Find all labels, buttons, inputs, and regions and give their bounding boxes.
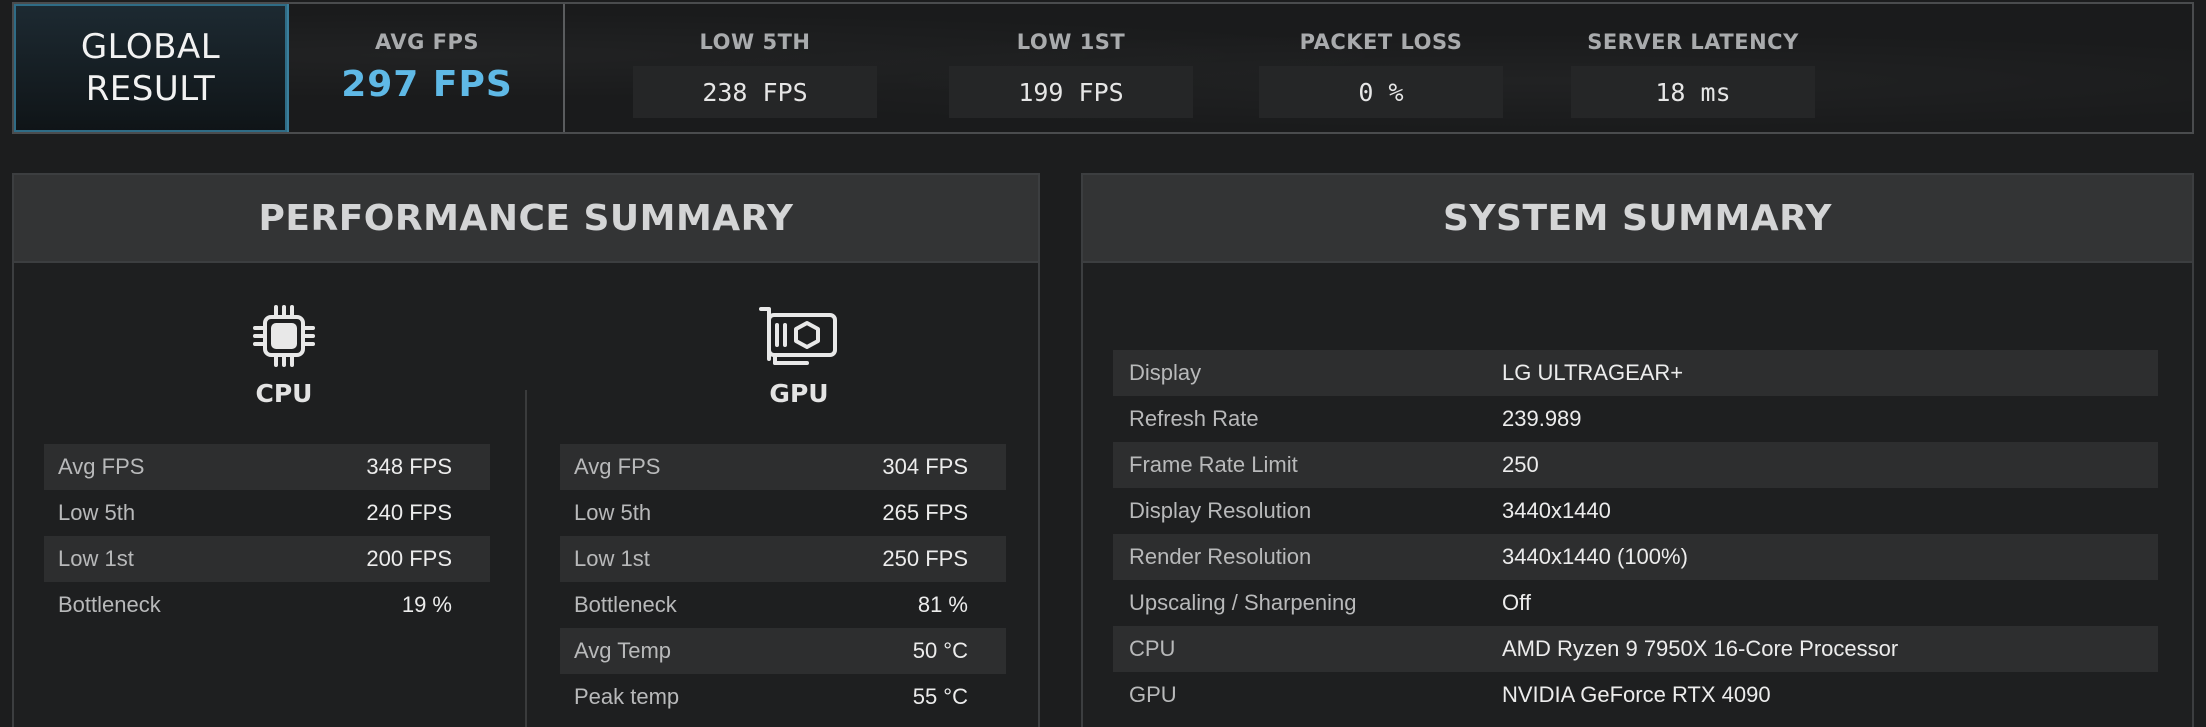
global-result-tab[interactable]: GLOBAL RESULT — [14, 4, 289, 132]
system-value: Off — [1502, 590, 1531, 615]
system-key: CPU — [1129, 636, 1176, 661]
system-value: LG ULTRAGEAR+ — [1502, 360, 1684, 385]
server-latency-label: SERVER LATENCY — [1587, 30, 1799, 54]
global-result-line1: GLOBAL — [80, 27, 221, 67]
system-summary-panel: SYSTEM SUMMARY Display LG ULTRAGEAR+ Ref… — [1081, 173, 2194, 727]
cpu-stats-list: Avg FPS 348 FPS Low 5th 240 FPS Low 1st … — [44, 444, 490, 628]
system-key: GPU — [1129, 682, 1177, 707]
system-row-render-resolution: Render Resolution 3440x1440 (100%) — [1113, 534, 2158, 580]
stat-label: Low 5th — [58, 500, 136, 525]
stat-label: Avg Temp — [574, 638, 672, 663]
stat-value: 55 °C — [912, 684, 968, 709]
global-result-line2: RESULT — [85, 69, 216, 109]
system-summary-title: SYSTEM SUMMARY — [1083, 175, 2192, 263]
low-1st-label: LOW 1ST — [1016, 30, 1126, 54]
cpu-stat-row: Bottleneck 19 % — [44, 582, 490, 628]
low-5th-block: LOW 5TH 238 FPS — [633, 4, 877, 132]
system-value: 250 — [1502, 452, 1539, 477]
system-key: Frame Rate Limit — [1129, 452, 1298, 477]
server-latency-value: 18 ms — [1571, 66, 1815, 118]
stat-value: 304 FPS — [882, 454, 968, 479]
cpu-stat-row: Avg FPS 348 FPS — [44, 444, 490, 490]
system-key: Display Resolution — [1129, 498, 1312, 523]
system-value: 239.989 — [1502, 406, 1582, 431]
gpu-stat-row: Bottleneck 81 % — [560, 582, 1006, 628]
stat-label: Low 5th — [574, 500, 652, 525]
stat-value: 19 % — [401, 592, 452, 617]
gpu-stat-row: Avg Temp 50 °C — [560, 628, 1006, 674]
stat-value: 348 FPS — [366, 454, 452, 479]
packet-loss-label: PACKET LOSS — [1299, 30, 1463, 54]
avg-fps-label: AVG FPS — [375, 30, 479, 54]
stat-label: Bottleneck — [58, 592, 161, 617]
stat-label: Avg FPS — [58, 454, 145, 479]
cpu-chip-icon — [253, 305, 315, 367]
avg-fps-value: 297 FPS — [341, 64, 513, 105]
graphics-card-icon — [759, 307, 837, 365]
cpu-title: CPU — [255, 379, 313, 408]
system-row-gpu: GPU NVIDIA GeForce RTX 4090 — [1113, 672, 2158, 718]
performance-summary-panel: PERFORMANCE SUMMARY CPU Avg FPS 348 FPS … — [12, 173, 1040, 727]
low-5th-value: 238 FPS — [633, 66, 877, 118]
packet-loss-block: PACKET LOSS 0 % — [1259, 4, 1503, 132]
stat-label: Avg FPS — [574, 454, 661, 479]
stat-value: 250 FPS — [882, 546, 968, 571]
system-value: NVIDIA GeForce RTX 4090 — [1502, 682, 1771, 707]
gpu-stats-list: Avg FPS 304 FPS Low 5th 265 FPS Low 1st … — [560, 444, 1006, 720]
gpu-stat-row: Low 1st 250 FPS — [560, 536, 1006, 582]
packet-loss-value: 0 % — [1259, 66, 1503, 118]
system-key: Upscaling / Sharpening — [1129, 590, 1357, 615]
stat-label: Peak temp — [574, 684, 680, 709]
stat-value: 50 °C — [912, 638, 968, 663]
gpu-stat-row: Low 5th 265 FPS — [560, 490, 1006, 536]
low-5th-label: LOW 5TH — [699, 30, 811, 54]
server-latency-block: SERVER LATENCY 18 ms — [1571, 4, 1815, 132]
low-1st-block: LOW 1ST 199 FPS — [949, 4, 1193, 132]
system-row-display: Display LG ULTRAGEAR+ — [1113, 350, 2158, 396]
results-topbar: GLOBAL RESULT AVG FPS 297 FPS LOW 5TH 23… — [12, 2, 2194, 134]
low-1st-value: 199 FPS — [949, 66, 1193, 118]
system-row-frame-rate-limit: Frame Rate Limit 250 — [1113, 442, 2158, 488]
system-value: 3440x1440 — [1502, 498, 1611, 523]
gpu-stat-row: Peak temp 55 °C — [560, 674, 1006, 720]
stat-value: 265 FPS — [882, 500, 968, 525]
system-info-list: Display LG ULTRAGEAR+ Refresh Rate 239.9… — [1113, 350, 2158, 718]
gpu-title: GPU — [769, 379, 829, 408]
avg-fps-block: AVG FPS 297 FPS — [291, 4, 565, 132]
stat-value: 200 FPS — [366, 546, 452, 571]
system-key: Render Resolution — [1129, 544, 1312, 569]
system-value: AMD Ryzen 9 7950X 16-Core Processor — [1502, 636, 1899, 661]
stat-label: Low 1st — [574, 546, 650, 571]
performance-summary-title: PERFORMANCE SUMMARY — [14, 175, 1038, 263]
system-key: Refresh Rate — [1129, 406, 1259, 431]
stat-label: Bottleneck — [574, 592, 677, 617]
stat-label: Low 1st — [58, 546, 134, 571]
column-divider — [525, 390, 527, 727]
stat-value: 240 FPS — [366, 500, 452, 525]
gpu-stat-row: Avg FPS 304 FPS — [560, 444, 1006, 490]
gpu-header: GPU — [699, 303, 899, 408]
system-row-display-resolution: Display Resolution 3440x1440 — [1113, 488, 2158, 534]
system-row-refresh-rate: Refresh Rate 239.989 — [1113, 396, 2158, 442]
system-value: 3440x1440 (100%) — [1502, 544, 1688, 569]
cpu-header: CPU — [184, 303, 384, 408]
system-row-upscaling: Upscaling / Sharpening Off — [1113, 580, 2158, 626]
cpu-stat-row: Low 5th 240 FPS — [44, 490, 490, 536]
stat-value: 81 % — [917, 592, 968, 617]
cpu-stat-row: Low 1st 200 FPS — [44, 536, 490, 582]
system-row-cpu: CPU AMD Ryzen 9 7950X 16-Core Processor — [1113, 626, 2158, 672]
system-key: Display — [1129, 360, 1202, 385]
